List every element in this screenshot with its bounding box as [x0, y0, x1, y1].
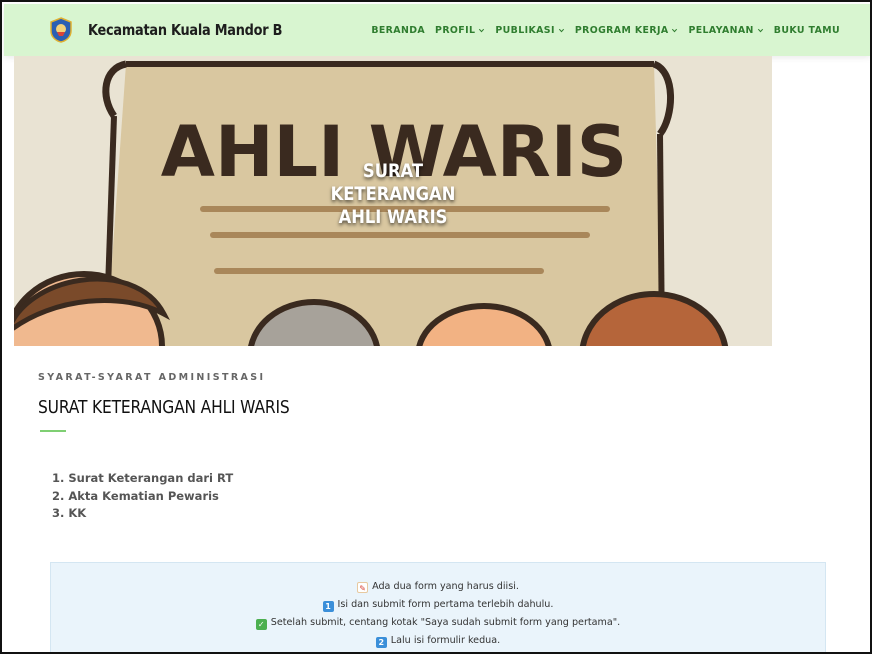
nav-buku-tamu[interactable]: BUKU TAMU: [774, 25, 840, 36]
page-title: SURAT KETERANGAN AHLI WARIS: [38, 397, 290, 418]
site-title[interactable]: Kecamatan Kuala Mandor B: [88, 21, 282, 39]
hero-banner: AHLI WARIS SURAT KETERANGAN AHLI WARIS: [14, 56, 772, 346]
memo-icon: ✎: [357, 582, 369, 593]
requirements-list: 1. Surat Keterangan dari RT 2. Akta Kema…: [52, 470, 233, 523]
chevron-down-icon: [479, 28, 485, 32]
site-header: Kecamatan Kuala Mandor B BERANDA PROFIL …: [4, 4, 870, 56]
check-box-icon: ✓: [255, 619, 267, 630]
nav-profil[interactable]: PROFIL: [435, 25, 485, 36]
form-info-notice: ✎ Ada dua form yang harus diisi. 1 Isi dan…: [50, 562, 826, 652]
section-kicker: SYARAT-SYARAT ADMINISTRASI: [38, 372, 266, 383]
nav-publikasi[interactable]: PUBLIKASI: [495, 25, 564, 36]
main-nav: BERANDA PROFIL PUBLIKASI PROGRAM KERJA P…: [371, 4, 840, 56]
kabupaten-logo-icon[interactable]: [50, 17, 72, 43]
chevron-down-icon: [672, 28, 678, 32]
list-item: 2. Akta Kematian Pewaris: [52, 488, 219, 503]
list-item: 3. KK: [52, 506, 87, 520]
title-accent-divider: [40, 430, 66, 432]
notice-line: 1 Isi dan submit form pertama terlebih da…: [51, 599, 825, 612]
hero-overlay-title: SURAT KETERANGAN AHLI WARIS: [330, 160, 456, 228]
notice-line: ✎ Ada dua form yang harus diisi.: [51, 581, 825, 593]
chevron-down-icon: [558, 28, 564, 32]
nav-pelayanan[interactable]: PELAYANAN: [688, 25, 763, 36]
notice-line: 2 Lalu isi formulir kedua.: [51, 635, 825, 648]
browser-frame: Kecamatan Kuala Mandor B BERANDA PROFIL …: [0, 0, 872, 654]
keycap-2-icon: 2: [375, 637, 387, 648]
list-item: 1. Surat Keterangan dari RT: [52, 471, 234, 485]
nav-beranda[interactable]: BERANDA: [371, 25, 425, 36]
nav-program-kerja[interactable]: PROGRAM KERJA: [575, 25, 679, 36]
keycap-1-icon: 1: [322, 601, 334, 612]
notice-line: ✓ Setelah submit, centang kotak "Saya sud…: [51, 617, 825, 630]
chevron-down-icon: [757, 28, 763, 32]
